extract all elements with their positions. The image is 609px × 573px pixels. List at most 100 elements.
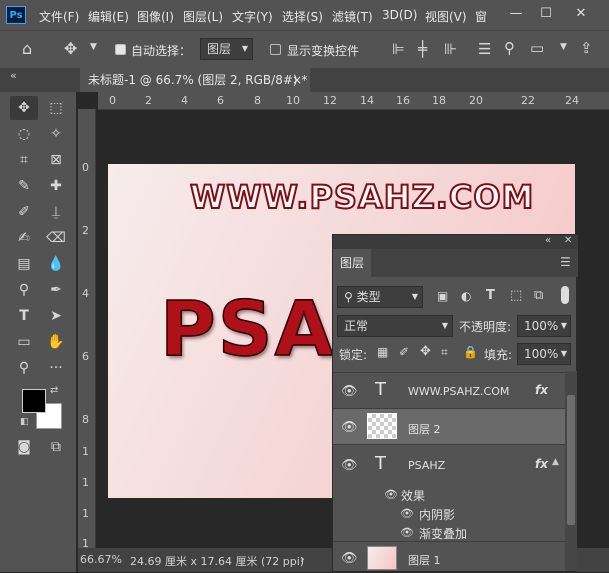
- menu-image[interactable]: 图像(I): [137, 8, 174, 25]
- photoshop-logo: Ps: [6, 6, 26, 24]
- marquee-tool-icon[interactable]: ⬚: [44, 97, 68, 119]
- zoom-level[interactable]: 66.67%: [80, 553, 122, 566]
- filter-adjustment-icon[interactable]: ◐: [461, 289, 471, 303]
- chevron-down-icon: ▼: [560, 321, 567, 330]
- distribute-icon[interactable]: ☰: [478, 40, 491, 58]
- auto-select-dropdown[interactable]: 图层 ▼: [200, 38, 253, 60]
- layer-row[interactable]: 👁 图层 1: [333, 541, 565, 573]
- menu-3d[interactable]: 3D(D): [382, 8, 417, 22]
- more-tools-icon[interactable]: ···: [44, 357, 68, 379]
- crop-tool-icon[interactable]: ⌗: [12, 149, 36, 171]
- status-arrow-icon[interactable]: ›: [300, 552, 305, 566]
- layer-filter-dropdown[interactable]: ⚲ 类型 ▼: [337, 286, 423, 308]
- workspace-icon[interactable]: ▭: [530, 39, 544, 57]
- eye-icon[interactable]: 👁: [341, 552, 358, 566]
- menu-window[interactable]: 窗: [475, 8, 487, 25]
- pen-tool-icon[interactable]: ✒: [44, 279, 68, 301]
- magic-wand-tool-icon[interactable]: ✧: [44, 123, 68, 145]
- menu-file[interactable]: 文件(F): [39, 8, 79, 25]
- auto-select-checkbox[interactable]: [115, 44, 126, 55]
- screen-mode-icon[interactable]: ⧉: [44, 436, 68, 458]
- ruler-label: 4: [82, 287, 89, 300]
- document-tab[interactable]: 未标题-1 @ 66.7% (图层 2, RGB/8#) * ×: [80, 68, 310, 92]
- healing-brush-tool-icon[interactable]: ✚: [44, 175, 68, 197]
- filter-shape-icon[interactable]: ⬚: [510, 288, 522, 303]
- home-icon[interactable]: ⌂: [22, 39, 32, 58]
- collapse-panel-icon[interactable]: «: [10, 69, 17, 82]
- filter-pixel-icon[interactable]: ▣: [437, 289, 448, 303]
- type-tool-icon[interactable]: T: [12, 305, 36, 327]
- panel-menu-icon[interactable]: ☰: [560, 255, 571, 269]
- ruler-label: 8: [254, 94, 261, 107]
- eye-icon[interactable]: 👁: [341, 385, 358, 399]
- fill-field[interactable]: 100% ▼: [517, 343, 571, 365]
- menu-filter[interactable]: 滤镜(T): [332, 8, 373, 25]
- menu-edit[interactable]: 编辑(E): [88, 8, 129, 25]
- lock-transparent-icon[interactable]: ▦: [377, 345, 388, 359]
- clone-stamp-tool-icon[interactable]: ⍊: [44, 201, 68, 223]
- chevron-up-icon[interactable]: ▲: [552, 457, 559, 467]
- blur-tool-icon[interactable]: 💧: [44, 253, 68, 275]
- minimize-button[interactable]: —: [505, 4, 527, 24]
- show-transform-checkbox[interactable]: [270, 44, 281, 55]
- fx-icon[interactable]: fx: [535, 457, 548, 471]
- menu-layer[interactable]: 图层(L): [183, 8, 223, 25]
- path-selection-tool-icon[interactable]: ➤: [44, 305, 68, 327]
- close-window-button[interactable]: ✕: [570, 4, 592, 24]
- menu-select[interactable]: 选择(S): [282, 8, 323, 25]
- layer-row[interactable]: 👁 T PSAHZ fx ▲: [333, 444, 565, 484]
- eye-icon[interactable]: 👁: [383, 488, 399, 502]
- lasso-tool-icon[interactable]: ◌: [12, 123, 36, 145]
- eye-icon[interactable]: 👁: [341, 421, 358, 435]
- align-right-icon[interactable]: ⊪: [444, 40, 457, 58]
- move-tool-icon[interactable]: ✥: [64, 39, 77, 58]
- lock-position-icon[interactable]: ✥: [420, 344, 431, 359]
- filter-smart-object-icon[interactable]: ⧉: [534, 288, 543, 303]
- align-left-icon[interactable]: ⊫: [392, 40, 405, 58]
- menu-type[interactable]: 文字(Y): [232, 8, 273, 25]
- options-bar: ⌂ ✥ ▼ 自动选择： 图层 ▼ 显示变换控件 ⊫ ╪ ⊪ ☰ ⚲ ▭ ▼ ⇪: [0, 30, 609, 69]
- layer-row[interactable]: 👁 T WWW.PSAHZ.COM fx: [333, 372, 565, 408]
- filter-toggle[interactable]: [561, 286, 569, 304]
- eye-icon[interactable]: 👁: [399, 526, 415, 540]
- lock-all-icon[interactable]: 🔒: [463, 345, 478, 359]
- share-icon[interactable]: ⇪: [580, 39, 593, 57]
- blend-mode-dropdown[interactable]: 正常 ▼: [337, 315, 453, 337]
- eyedropper-tool-icon[interactable]: ✎: [12, 175, 36, 197]
- layers-scrollbar-thumb[interactable]: [567, 395, 575, 525]
- dodge-tool-icon[interactable]: ⚲: [12, 279, 36, 301]
- eye-icon[interactable]: 👁: [399, 507, 415, 521]
- close-icon[interactable]: ✕: [564, 235, 572, 246]
- filter-type-icon[interactable]: T: [486, 288, 495, 303]
- tab-layers[interactable]: 图层: [333, 249, 371, 277]
- menu-view[interactable]: 视图(V): [425, 8, 467, 25]
- layer-row-selected[interactable]: 👁 图层 2: [333, 408, 565, 444]
- frame-tool-icon[interactable]: ⊠: [44, 149, 68, 171]
- chevron-down-icon[interactable]: ▼: [90, 42, 97, 52]
- default-colors-icon[interactable]: ◧: [20, 417, 29, 427]
- eraser-tool-icon[interactable]: ⌫: [44, 227, 68, 249]
- rectangle-tool-icon[interactable]: ▭: [12, 331, 36, 353]
- quick-mask-icon[interactable]: ◙: [12, 436, 36, 458]
- brush-tool-icon[interactable]: ✐: [12, 201, 36, 223]
- history-brush-tool-icon[interactable]: ✍: [12, 227, 36, 249]
- eye-icon[interactable]: 👁: [341, 459, 358, 473]
- lock-image-icon[interactable]: ✐: [399, 345, 409, 359]
- swap-colors-icon[interactable]: ⇄: [50, 385, 58, 396]
- collapse-icon[interactable]: «: [545, 235, 551, 246]
- chevron-down-icon[interactable]: ▼: [560, 42, 567, 52]
- move-tool-icon[interactable]: ✥: [12, 97, 36, 119]
- fx-icon[interactable]: fx: [535, 383, 548, 397]
- zoom-tool-icon[interactable]: ⚲: [12, 357, 36, 379]
- align-center-icon[interactable]: ╪: [418, 40, 427, 58]
- ruler-label: 8: [82, 413, 89, 426]
- opacity-field[interactable]: 100% ▼: [517, 315, 571, 337]
- ruler-label: 14: [360, 94, 374, 107]
- close-tab-icon[interactable]: ×: [292, 68, 302, 92]
- search-icon[interactable]: ⚲: [504, 39, 515, 57]
- gradient-tool-icon[interactable]: ▤: [12, 253, 36, 275]
- hand-tool-icon[interactable]: ✋: [44, 331, 68, 353]
- lock-artboard-icon[interactable]: ⌗: [441, 345, 448, 360]
- foreground-color-swatch[interactable]: [22, 389, 46, 413]
- maximize-button[interactable]: ☐: [535, 4, 557, 24]
